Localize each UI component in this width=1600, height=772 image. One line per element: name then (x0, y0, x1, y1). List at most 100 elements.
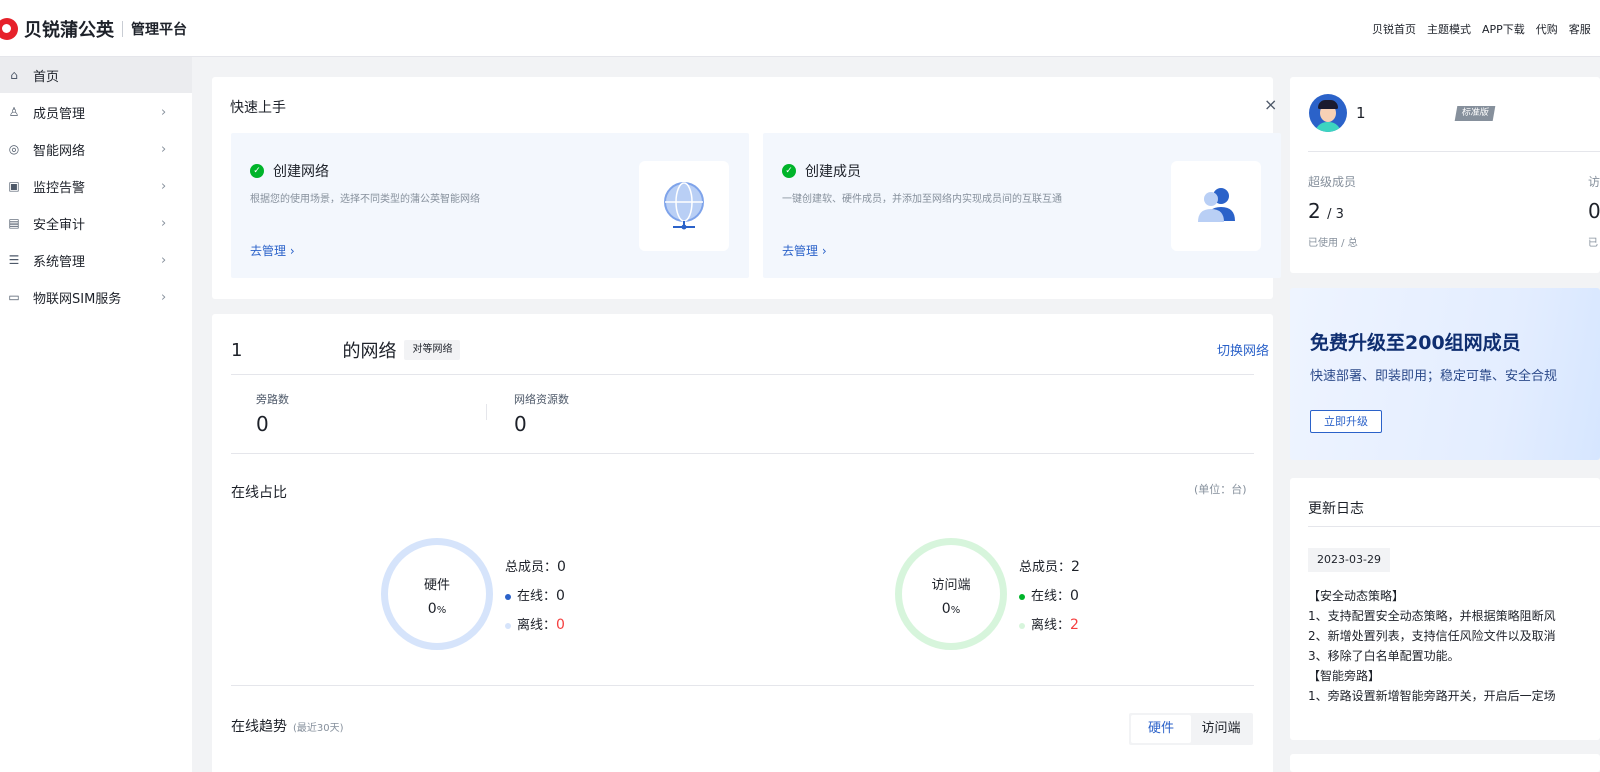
audit-icon: ▤ (8, 216, 20, 230)
avatar-hair (1318, 100, 1338, 109)
manage-link[interactable]: 去管理 › (782, 242, 827, 259)
changelog-date: 2023-03-29 (1308, 548, 1390, 572)
sidebar-item-label: 安全审计 (33, 217, 86, 233)
stat-label-bypass: 旁路数 (256, 393, 289, 406)
legend-label: 离线： (517, 618, 557, 633)
online-dot-icon (505, 593, 511, 600)
promo-desc: 快速部署、即装即用；稳定可靠、安全合规 (1310, 369, 1558, 384)
legend-value: 0 (556, 617, 565, 633)
brand-name: 贝锐蒲公英 (24, 20, 114, 41)
settings-icon: ☰ (8, 253, 20, 267)
logo-mark-icon (0, 18, 18, 40)
check-icon: ✓ (250, 164, 264, 178)
brand-subtitle: 管理平台 (131, 22, 187, 38)
ring-percent-value: 0 (427, 601, 437, 617)
divider (1308, 526, 1600, 527)
chevron-right-icon: › (161, 141, 167, 157)
panel-title: 创建成员 (805, 164, 861, 180)
ring-percent-unit: % (436, 605, 447, 616)
changelog-item: 2、新增处置列表，支持信任风险文件以及取消 (1308, 629, 1556, 643)
ring-percent-value: 0 (941, 601, 951, 617)
trend-segment-control: 硬件 访问端 (1129, 713, 1253, 745)
legend-total: 总成员：2 (1019, 556, 1080, 575)
link-purchase[interactable]: 代购 (1536, 21, 1558, 37)
divider (231, 685, 1254, 686)
avatar-body (1315, 122, 1341, 132)
ring-percent-unit: % (950, 605, 961, 616)
sidebar-item-members[interactable]: ♙ 成员管理 › (0, 94, 192, 130)
top-header: 贝锐蒲公英 管理平台 贝锐首页 主题模式 APP下载 代购 客服 (0, 0, 1600, 57)
globe-icon (639, 161, 729, 251)
legend-label: 在线： (1031, 589, 1071, 604)
manage-link[interactable]: 去管理 › (250, 242, 295, 259)
trend-title-text: 在线趋势 (231, 719, 287, 735)
stat-value-visitors: 0 (1588, 199, 1600, 223)
stat-total: / 3 (1327, 207, 1344, 222)
legend-label: 离线： (1031, 618, 1071, 633)
offline-dot-icon (1019, 622, 1025, 629)
sidebar-item-monitor[interactable]: ▣ 监控告警 › (0, 168, 192, 204)
network-title-prefix: 1 (231, 339, 243, 361)
chevron-right-icon: › (161, 178, 167, 194)
switch-network-link[interactable]: 切换网络 (1217, 340, 1269, 359)
avatar[interactable] (1309, 94, 1347, 132)
segment-hardware[interactable]: 硬件 (1131, 715, 1191, 743)
changelog-item: 1、支持配置安全动态策略，并根据策略阻断风 (1308, 609, 1556, 623)
masked-text (242, 341, 343, 359)
stat-label-resources: 网络资源数 (514, 393, 569, 406)
link-theme[interactable]: 主题模式 (1427, 21, 1471, 37)
link-home[interactable]: 贝锐首页 (1372, 21, 1416, 37)
legend-value: 0 (556, 588, 565, 604)
sidebar-item-network[interactable]: ◎ 智能网络 › (0, 131, 192, 167)
segment-visitor[interactable]: 访问端 (1191, 715, 1251, 743)
changelog-item: 【智能旁路】 (1308, 669, 1381, 683)
legend-value: 2 (1070, 617, 1079, 633)
legend-total: 总成员：0 (505, 556, 566, 575)
legend-value: 0 (557, 559, 566, 575)
logo-divider (122, 21, 123, 37)
stat-value-resources: 0 (514, 412, 527, 436)
brand-logo[interactable]: 贝锐蒲公英 管理平台 (0, 17, 187, 41)
user-icon: ♙ (8, 105, 20, 119)
sidebar-item-system[interactable]: ☰ 系统管理 › (0, 242, 192, 278)
changelog-item: 3、移除了白名单配置功能。 (1308, 649, 1460, 663)
monitor-icon: ▣ (8, 179, 20, 193)
network-icon: ◎ (8, 142, 20, 156)
sidebar-item-label: 监控告警 (33, 180, 86, 196)
divider (231, 453, 1254, 454)
close-icon[interactable]: × (1264, 95, 1277, 114)
online-ratio-title: 在线占比 (231, 485, 287, 501)
offline-dot-icon (505, 622, 511, 629)
promo-title: 免费升级至200组网成员 (1310, 332, 1521, 354)
panel-title: 创建网络 (273, 164, 329, 180)
divider (1308, 151, 1600, 152)
upgrade-button[interactable]: 立即升级 (1310, 410, 1382, 433)
legend-value: 2 (1071, 559, 1080, 575)
link-service[interactable]: 客服 (1569, 21, 1591, 37)
sidebar-item-home[interactable]: ⌂ 首页 (0, 57, 192, 93)
sidebar-item-audit[interactable]: ▤ 安全审计 › (0, 205, 192, 241)
visitor-ring (895, 538, 1007, 650)
legend-online: 在线：0 (505, 585, 565, 604)
legend-label: 总成员： (1019, 560, 1072, 575)
changelog-item: 【安全动态策略】 (1308, 589, 1405, 603)
top-links: 贝锐首页 主题模式 APP下载 代购 客服 (1372, 21, 1600, 37)
ring-name: 硬件 (423, 578, 450, 593)
link-app-download[interactable]: APP下载 (1482, 21, 1525, 37)
panel-desc: 根据您的使用场景，选择不同类型的蒲公英智能网络 (250, 194, 480, 205)
legend-label: 在线： (517, 589, 557, 604)
network-title-suffix: 的网络 (342, 341, 397, 362)
stat-hint: 已 (1588, 238, 1598, 249)
quickstart-panel-network[interactable]: ✓ 创建网络 根据您的使用场景，选择不同类型的蒲公英智能网络 去管理 › (231, 133, 749, 278)
ring-percent: 0% (381, 601, 493, 617)
chevron-right-icon: › (161, 252, 167, 268)
stat-value-super-members: 2 / 3 (1308, 199, 1344, 223)
chevron-right-icon: › (161, 104, 167, 120)
changelog-item: 1、旁路设置新增智能旁路开关，开启后一定场 (1308, 689, 1556, 703)
legend-value: 0 (1070, 588, 1079, 604)
quickstart-title: 快速上手 (230, 100, 286, 116)
sidebar-item-sim[interactable]: ▭ 物联网SIM服务 › (0, 279, 192, 315)
legend-online: 在线：0 (1019, 585, 1079, 604)
quickstart-panel-members[interactable]: ✓ 创建成员 一键创建软、硬件成员，并添加至网络内实现成员间的互联互通 去管理 … (763, 133, 1281, 278)
stat-value-bypass: 0 (256, 412, 269, 436)
